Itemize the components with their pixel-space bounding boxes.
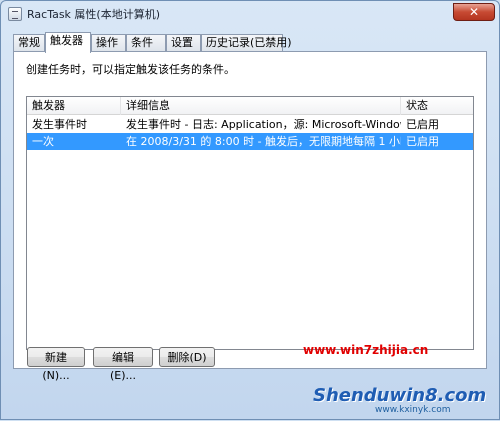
triggers-table: 触发器 详细信息 状态 发生事件时 发生事件时 - 日志: Applicatio… <box>26 96 474 350</box>
task-app-icon <box>8 7 22 21</box>
column-header-trigger[interactable]: 触发器 <box>27 97 121 115</box>
row-status: 已启用 <box>406 118 439 131</box>
row-details: 发生事件时 - 日志: Application，源: Microsoft-Win… <box>126 118 401 131</box>
tab-general[interactable]: 常规 <box>13 34 45 52</box>
row-status: 已启用 <box>406 135 439 148</box>
panel-description: 创建任务时，可以指定触发该任务的条件。 <box>26 63 235 76</box>
table-row[interactable]: 发生事件时 发生事件时 - 日志: Application，源: Microso… <box>27 116 473 133</box>
triggers-panel: 创建任务时，可以指定触发该任务的条件。 触发器 详细信息 状态 发生事件时 发生… <box>13 51 487 369</box>
row-details: 在 2008/3/31 的 8:00 时 - 触发后，无限期地每隔 1 小时 重… <box>126 135 401 148</box>
edit-trigger-button[interactable]: 编辑(E)... <box>93 347 153 382</box>
table-header: 触发器 详细信息 状态 <box>27 97 473 115</box>
watermark-url-secondary: www.kxinyk.com <box>375 405 451 415</box>
new-trigger-button[interactable]: 新建(N)... <box>27 347 85 382</box>
tab-conditions[interactable]: 条件 <box>126 34 166 52</box>
title-bar[interactable]: RacTask 属性(本地计算机) ✕ <box>1 1 499 27</box>
table-row-selected[interactable]: 一次 在 2008/3/31 的 8:00 时 - 触发后，无限期地每隔 1 小… <box>27 133 473 150</box>
close-button[interactable]: ✕ <box>453 3 495 21</box>
tab-settings[interactable]: 设置 <box>166 34 201 52</box>
tab-history[interactable]: 历史记录(已禁用) <box>201 34 292 52</box>
row-trigger: 发生事件时 <box>32 118 87 131</box>
properties-window: RacTask 属性(本地计算机) ✕ 常规 触发器 操作 条件 设置 历史记录… <box>0 0 500 420</box>
row-trigger: 一次 <box>32 135 54 148</box>
watermark-brand: Shenduwin8.com <box>313 385 487 406</box>
close-icon: ✕ <box>468 5 480 19</box>
delete-trigger-button[interactable]: 删除(D) <box>159 347 215 367</box>
column-header-status[interactable]: 状态 <box>401 97 473 115</box>
tab-triggers[interactable]: 触发器 <box>45 32 91 53</box>
tab-actions[interactable]: 操作 <box>91 34 126 52</box>
window-title: RacTask 属性(本地计算机) <box>27 8 161 21</box>
column-header-details[interactable]: 详细信息 <box>121 97 401 115</box>
